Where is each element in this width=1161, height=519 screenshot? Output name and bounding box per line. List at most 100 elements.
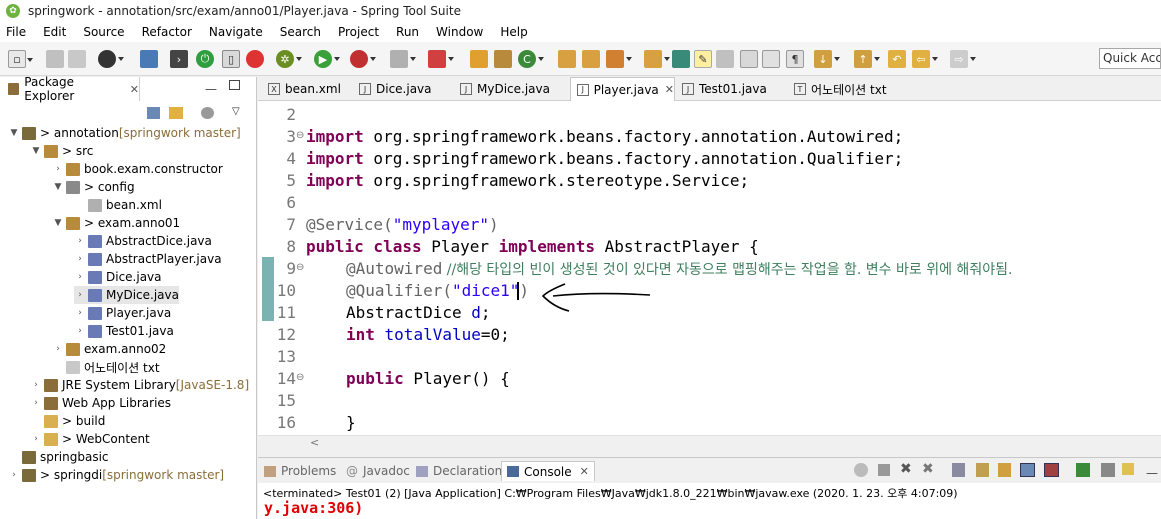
tab-javadoc[interactable]: @ Javadoc [346,461,410,481]
tab-declaration[interactable]: Declaration [416,461,502,481]
word-wrap-icon[interactable] [762,50,780,68]
tree-item[interactable]: › AbstractDice.java [74,232,212,250]
fold-icon[interactable]: ⊖ [296,130,304,141]
new-icon[interactable]: ▫ [8,50,33,68]
tree-item[interactable]: › Player.java [74,304,171,322]
close-icon[interactable]: ✕ [130,83,139,96]
expand-arrow-icon[interactable]: › [52,164,64,174]
horizontal-scrollbar[interactable]: < [258,435,1161,450]
spring-boot-icon[interactable]: ⏻ [196,50,214,68]
tree-item[interactable]: › AbstractPlayer.java [74,250,221,268]
editor-tab[interactable]: Xbean.xml [262,77,352,101]
next-annotation-icon[interactable]: ↓ [814,50,840,68]
tree-item[interactable]: › JRE System Library [JavaSE-1.8] [30,376,249,394]
editor-tab[interactable]: J Player.java ✕ [570,77,675,101]
forward-icon[interactable]: ⇨ [950,50,976,68]
menu-navigate[interactable]: Navigate [209,25,263,39]
focus-icon[interactable] [201,107,214,119]
expand-arrow-icon[interactable]: › [8,470,20,480]
prev-annotation-icon[interactable]: ↑ [854,50,880,68]
remove-launch-icon[interactable] [854,463,868,477]
expand-arrow-icon[interactable]: › [74,236,86,246]
expand-arrow-icon[interactable]: › [74,254,86,264]
tree-item[interactable]: › > springdi [springwork master] [8,466,224,484]
save-all-icon[interactable] [68,50,86,68]
editor-tab[interactable]: J Dice.java [353,77,453,101]
tree-item[interactable]: ▼ > src [30,142,94,160]
menu-project[interactable]: Project [338,25,379,39]
open-task-icon[interactable] [644,50,670,68]
menu-source[interactable]: Source [83,25,124,39]
expand-arrow-icon[interactable]: › [74,308,86,318]
remove-icon[interactable]: ✖ [900,461,912,477]
stop-icon[interactable] [390,50,416,68]
whitespace-icon[interactable] [740,50,758,68]
pin-console-icon[interactable] [1076,463,1090,477]
menu-edit[interactable]: Edit [43,25,66,39]
tree-item[interactable]: › Web App Libraries [30,394,171,412]
new-package-icon[interactable] [494,50,512,68]
coverage-icon[interactable] [350,50,376,68]
expand-arrow-icon[interactable]: ▼ [52,182,64,192]
expand-arrow-icon[interactable]: › [74,326,86,336]
new-class-icon[interactable]: C [518,50,544,68]
menu-refactor[interactable]: Refactor [142,25,192,39]
menu-run[interactable]: Run [396,25,419,39]
menu-help[interactable]: Help [500,25,527,39]
expand-arrow-icon[interactable]: ▼ [52,218,64,228]
package-explorer-tab[interactable]: Package Explorer ✕ [0,75,140,103]
show-stderr-icon[interactable] [1044,463,1059,477]
expand-arrow-icon[interactable]: › [30,380,42,390]
tree-item[interactable]: › book.exam.constructor [52,160,223,178]
tree-item[interactable]: › Test01.java [74,322,174,340]
new-spring-project-icon[interactable] [470,50,488,68]
debug-icon[interactable]: ✲ [276,50,302,68]
save-icon[interactable] [46,50,64,68]
external-tools-icon[interactable] [428,50,454,68]
editor-tab[interactable]: J MyDice.java [454,77,569,101]
remove-all-icon[interactable]: ✖ [922,461,934,477]
tree-item[interactable]: › MyDice.java [74,286,179,304]
tab-problems[interactable]: Problems [264,461,336,481]
terminate-icon[interactable] [878,464,890,476]
editor-tab[interactable]: J Test01.java [676,77,786,101]
word-wrap-console-icon[interactable] [998,463,1011,477]
close-icon[interactable]: ✕ [665,83,674,96]
tree-item[interactable]: springbasic [8,448,109,466]
tree-item[interactable]: ▼ > annotation [springwork master] [8,124,241,142]
open-console-icon[interactable] [1122,463,1134,475]
skip-breakpoints-icon[interactable] [246,50,264,68]
fold-icon[interactable]: ⊖ [296,372,304,383]
show-stdout-icon[interactable] [1020,463,1035,477]
scroll-lock-icon[interactable] [976,463,989,477]
link-editor-icon[interactable] [169,107,183,119]
menu-window[interactable]: Window [436,25,483,39]
minimize-icon[interactable]: — [1146,466,1158,480]
expand-arrow-icon[interactable]: › [74,272,86,282]
maximize-icon[interactable] [229,80,240,90]
menu-file[interactable]: File [6,25,26,39]
minimize-icon[interactable]: — [205,82,217,96]
view-menu-icon[interactable]: ▽ [232,106,240,117]
highlight-icon[interactable]: ✎ [694,50,712,68]
block-select-icon[interactable] [716,50,734,68]
pilcrow-icon[interactable]: ¶ [786,50,804,68]
console-icon[interactable] [140,50,158,68]
tree-item[interactable]: ▼ > exam.anno01 [52,214,181,232]
tab-console[interactable]: Console ✕ [501,461,595,481]
run-icon[interactable]: ▶ [314,50,340,68]
tree-item[interactable]: › exam.anno02 [52,340,166,358]
expand-arrow-icon[interactable]: ▼ [30,146,42,156]
tree-item[interactable]: bean.xml [74,196,162,214]
expand-arrow-icon[interactable]: › [30,398,42,408]
collapse-all-icon[interactable] [147,107,160,119]
tree-item[interactable]: › Dice.java [74,268,161,286]
terminal-icon[interactable]: › [170,50,188,68]
tree-item[interactable]: 어노테이션 txt [52,358,160,376]
expand-arrow-icon[interactable]: › [30,434,42,444]
expand-arrow-icon[interactable]: › [74,290,86,300]
close-icon[interactable]: ✕ [580,465,589,478]
menu-search[interactable]: Search [280,25,321,39]
quick-access-input[interactable]: Quick Access [1099,48,1161,69]
open-resource-icon[interactable] [582,50,600,68]
